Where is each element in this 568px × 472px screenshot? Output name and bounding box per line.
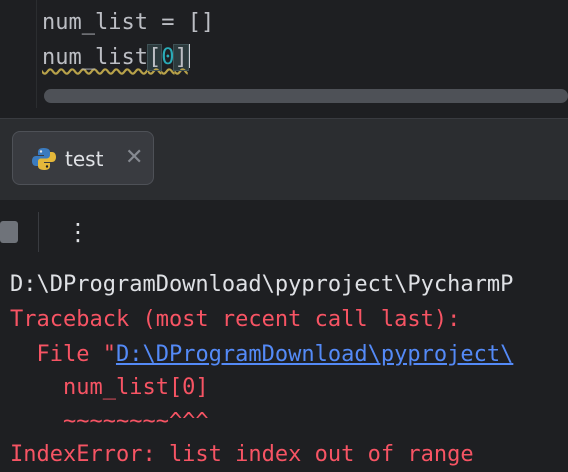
console-path-line: D:\DProgramDownload\pyproject\PycharmP: [10, 272, 514, 297]
warning-underline: num_list[0]: [42, 44, 189, 71]
index-number: 0: [161, 45, 175, 70]
file-link[interactable]: D:\DProgramDownload\pyproject\: [116, 342, 513, 367]
traceback-header: Traceback (most recent call last):: [10, 307, 461, 332]
bracket-close: ]: [173, 44, 189, 71]
code-line-2[interactable]: num_list[0]: [42, 43, 190, 73]
file-prefix: File ": [10, 342, 116, 367]
traceback-code-line: num_list[0]: [10, 375, 209, 400]
text-caret: [187, 44, 190, 68]
code-line-1[interactable]: num_list = []: [42, 8, 214, 38]
toolbar-separator: [38, 212, 39, 252]
run-tab-test[interactable]: test ✕: [12, 131, 154, 185]
code-editor[interactable]: num_list = [] num_list[0]: [0, 0, 568, 118]
horizontal-scrollbar[interactable]: [44, 89, 568, 103]
python-icon: [32, 148, 56, 170]
gutter-divider: [36, 0, 37, 108]
error-message: IndexError: list index out of range: [10, 442, 474, 467]
traceback-file-line: File "D:\DProgramDownload\pyproject\: [10, 338, 513, 372]
bracket-open: [: [146, 44, 163, 71]
traceback-carets: ~~~~~~~~^^^: [10, 409, 209, 434]
variable-name: num_list: [42, 45, 148, 70]
close-icon[interactable]: ✕: [125, 145, 143, 171]
more-options-icon[interactable]: ⋮: [66, 214, 90, 250]
stop-icon[interactable]: [0, 221, 18, 243]
tab-label: test: [65, 147, 104, 171]
